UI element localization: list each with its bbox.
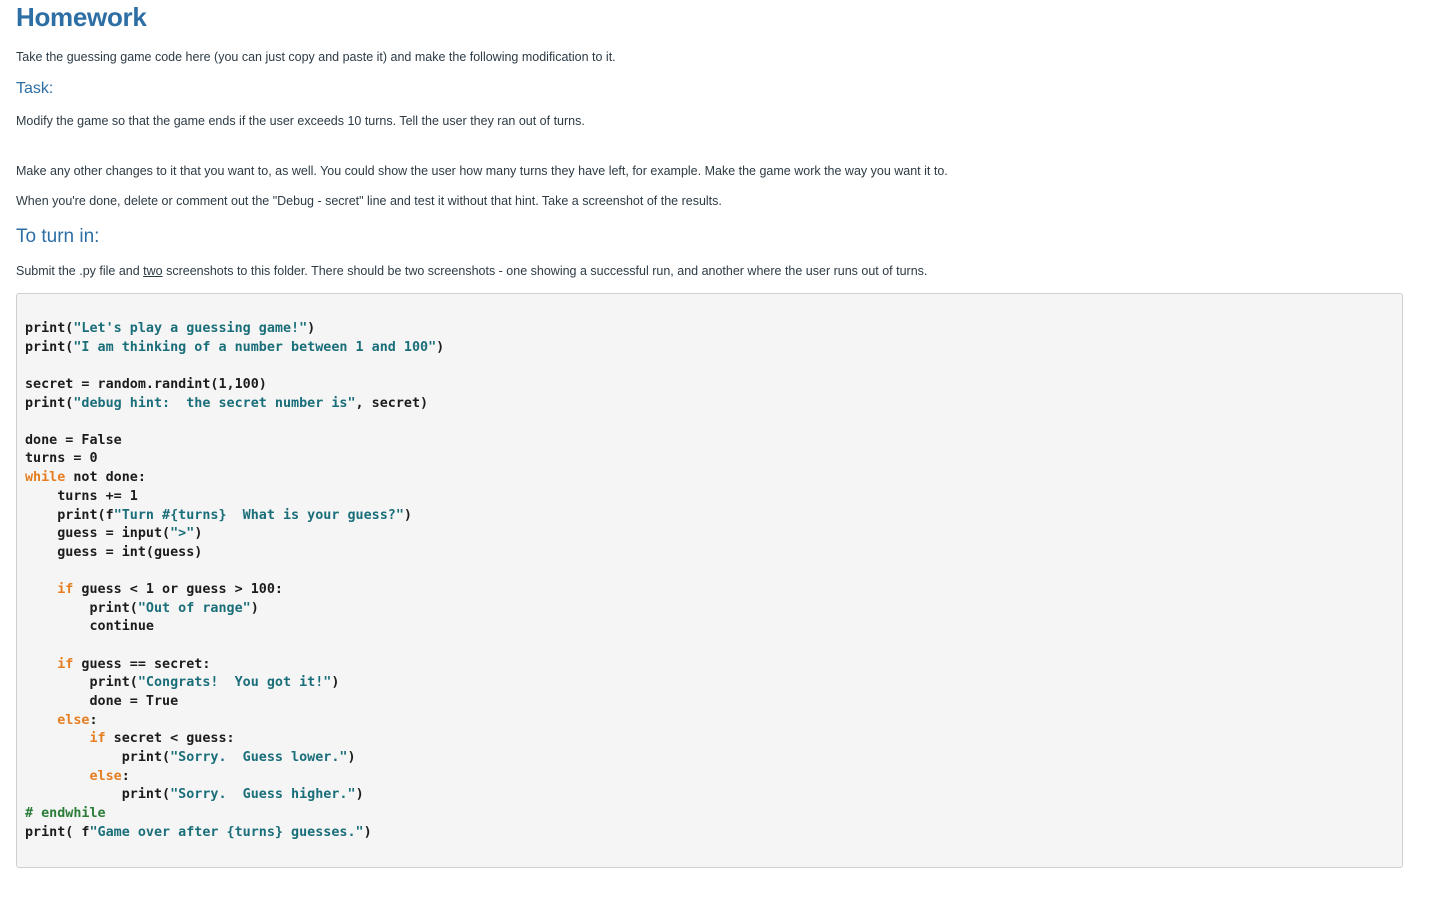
code-line: if secret < guess: [25,730,444,749]
code-line: turns += 1 [25,488,444,507]
code-line: print("I am thinking of a number between… [25,339,444,358]
page-title: Homework [16,2,147,32]
code-token: "Sorry. Guess lower." [170,750,348,766]
code-line: turns = 0 [25,450,444,469]
code-token: print( [25,750,171,766]
turn-in-heading: To turn in: [16,226,100,247]
code-token: print( [25,675,138,691]
task-paragraph: Modify the game so that the game ends if… [16,114,585,128]
code-line: else: [25,712,444,731]
code-line: secret = random.randint(1,100) [25,376,444,395]
code-token: guess < 1 or guess > 100: [73,582,283,598]
submit-text-underlined: two [143,264,163,278]
code-token: ) [436,339,445,355]
code-token: "Turn #{turns} What is your guess?" [113,507,404,523]
code-line: guess = int(guess) [25,544,444,563]
code-line: print("Out of range") [25,600,444,619]
intro-paragraph: Take the guessing game code here (you ca… [16,50,616,64]
code-line: done = True [25,693,444,712]
code-token: : [89,712,98,728]
code-line: print("Sorry. Guess lower.") [25,749,444,768]
code-content: print("Let's play a guessing game!") prin… [25,320,444,843]
code-token: ) [403,507,412,523]
code-block[interactable]: print("Let's play a guessing game!") prin… [16,293,1403,868]
code-token: ">" [170,526,195,542]
code-token: if [57,582,74,598]
code-token: done = True [25,694,179,709]
code-line: if guess < 1 or guess > 100: [25,581,444,600]
code-token: guess = input( [25,526,171,542]
code-token: print( [25,395,74,411]
code-token: , secret) [355,395,429,411]
code-token: "I am thinking of a number between 1 and… [73,339,437,355]
code-token: "Let's play a guessing game!" [73,321,308,336]
code-token: "Congrats! You got it!" [137,675,332,691]
code-token: if [89,731,106,747]
code-token: "debug hint: the secret number is" [73,395,356,411]
code-line: print("Congrats! You got it!") [25,674,444,693]
code-token: continue [25,619,154,635]
code-token: ) [355,787,364,803]
submit-text-end: screenshots to this folder. There should… [162,264,928,278]
code-token: : [121,768,130,784]
code-token: guess = int(guess) [25,544,203,560]
code-token: while [25,470,66,486]
code-line: print("Let's play a guessing game!") [25,320,444,339]
code-line: print("debug hint: the secret number is"… [25,395,444,414]
code-line: print(f"Turn #{turns} What is your guess… [25,507,444,526]
code-token: ) [331,675,340,691]
code-token: print( [25,787,171,803]
task-heading: Task: [16,80,54,97]
code-token: print(f [25,507,114,523]
code-line: if guess == secret: [25,656,444,675]
code-line: print("Sorry. Guess higher.") [25,786,444,805]
code-line: guess = input(">") [25,525,444,544]
code-token: else [57,712,90,728]
code-line: # endwhile [25,805,444,824]
code-line: done = False [25,432,444,451]
code-token: ) [363,824,372,840]
code-token: ) [347,750,356,766]
changes-paragraph: Make any other changes to it that you wa… [16,164,948,178]
code-line: print( f"Game over after {turns} guesses… [25,824,444,843]
code-line: continue [25,618,444,637]
code-token: ) [194,526,203,542]
code-token: ) [250,600,259,616]
code-token: print( [25,321,74,336]
code-token: not done: [65,470,146,486]
code-token: "Game over after {turns} guesses." [89,824,364,840]
code-line: while not done: [25,469,444,488]
code-token: else [89,768,122,784]
code-token: done = False [25,432,122,448]
code-token: turns += 1 [25,488,138,504]
code-token: "Out of range" [137,600,251,616]
code-token: turns = 0 [25,451,98,467]
code-token: # endwhile [25,806,106,822]
code-token: secret = random.randint(1,100) [25,376,267,392]
code-token: guess == secret: [73,656,211,672]
code-token: if [57,656,74,672]
code-line: else: [25,768,444,787]
done-paragraph: When you're done, delete or comment out … [16,194,722,208]
submit-paragraph: Submit the .py file and two screenshots … [16,264,927,278]
submit-text-start: Submit the .py file and [16,264,144,278]
code-token: print( [25,339,74,355]
code-token: print( [25,600,138,616]
code-token: print( f [25,824,90,840]
code-token: "Sorry. Guess higher." [170,787,356,803]
code-token: ) [307,321,316,336]
code-token: secret < guess: [105,731,235,747]
